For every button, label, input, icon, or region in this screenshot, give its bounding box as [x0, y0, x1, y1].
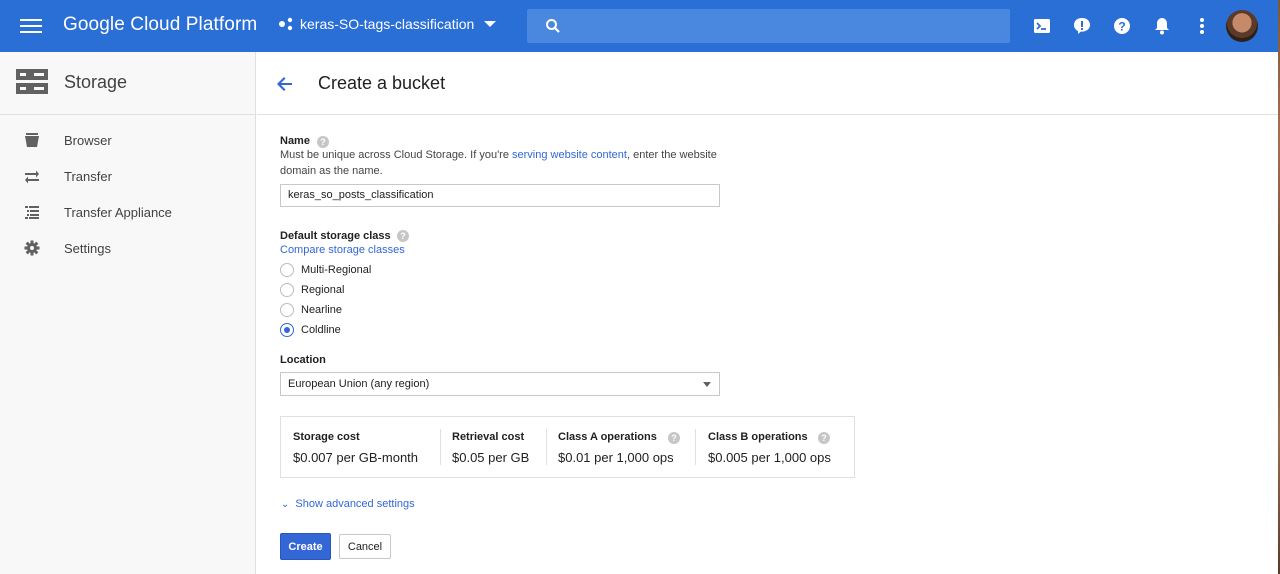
radio-circle[interactable] [280, 263, 294, 277]
alert-icon[interactable] [1072, 16, 1092, 36]
sidebar-item-label: Browser [64, 132, 112, 148]
cloud-shell-icon[interactable] [1032, 16, 1052, 36]
help-icon[interactable]: ? [1112, 16, 1132, 36]
sidebar-item-browser[interactable]: Browser [0, 122, 255, 158]
search-icon [546, 19, 560, 33]
cancel-button[interactable]: Cancel [339, 534, 391, 559]
cost-value: $0.05 per GB [452, 450, 530, 465]
sidebar-item-label: Settings [64, 240, 111, 256]
storage-icon [16, 69, 48, 94]
name-label: Name [280, 135, 310, 147]
sidebar-item-settings[interactable]: Settings [0, 230, 255, 266]
project-dots-icon [279, 17, 293, 31]
radio-label: Multi-Regional [301, 264, 372, 276]
cost-value: $0.01 per 1,000 ops [558, 450, 674, 465]
sidebar-item-label: Transfer Appliance [64, 204, 172, 220]
search-input[interactable] [527, 9, 1010, 43]
divider [546, 429, 547, 465]
radio-regional[interactable]: Regional [280, 283, 344, 297]
cost-value: $0.005 per 1,000 ops [708, 450, 831, 465]
cost-header: Storage cost [293, 431, 360, 443]
name-hint: Must be unique across Cloud Storage. If … [280, 147, 730, 179]
cost-header: Retrieval cost [452, 431, 525, 443]
show-advanced-settings-link[interactable]: ⌄ Show advanced settings [281, 498, 415, 510]
help-icon[interactable]: ? [668, 432, 680, 444]
radio-label: Regional [301, 284, 345, 296]
page-header: Create a bucket [257, 52, 1278, 115]
radio-circle[interactable] [280, 283, 294, 297]
help-icon[interactable]: ? [397, 230, 409, 242]
divider [695, 429, 696, 465]
cost-header: Class B operations [708, 431, 808, 443]
sidebar-title: Storage [64, 72, 128, 92]
serving-website-content-link[interactable]: serving website content [512, 149, 627, 161]
sidebar-item-label: Transfer [64, 168, 112, 184]
double-chevron-down-icon: ⌄ [281, 498, 290, 510]
svg-text:?: ? [1118, 20, 1125, 34]
location-value: European Union (any region) [288, 378, 430, 390]
radio-circle-selected[interactable] [280, 323, 294, 337]
create-button[interactable]: Create [280, 533, 331, 560]
sidebar-header: Storage [0, 52, 255, 115]
page-title: Create a bucket [318, 73, 446, 93]
radio-label: Coldline [301, 324, 341, 336]
avatar[interactable] [1226, 10, 1258, 42]
sidebar-item-transfer-appliance[interactable]: Transfer Appliance [0, 194, 255, 230]
chevron-down-icon [703, 382, 711, 387]
location-select[interactable]: European Union (any region) [280, 372, 720, 396]
radio-label: Nearline [301, 304, 342, 316]
radio-nearline[interactable]: Nearline [280, 303, 342, 317]
sidebar: Storage Browser Transfer Transfer Applia… [0, 52, 256, 574]
list-icon [25, 206, 39, 219]
location-label: Location [280, 354, 326, 366]
cost-header: Class A operations [558, 431, 657, 443]
top-app-bar: Google Cloud Platform keras-SO-tags-clas… [0, 0, 1278, 52]
project-name: keras-SO-tags-classification [300, 16, 475, 32]
project-selector[interactable]: keras-SO-tags-classification [278, 16, 497, 32]
chevron-down-icon [484, 21, 497, 27]
gear-icon [24, 240, 40, 256]
hint-text: Must be unique across Cloud Storage. If … [280, 149, 513, 161]
sidebar-item-transfer[interactable]: Transfer [0, 158, 255, 194]
notifications-icon[interactable] [1152, 16, 1172, 36]
help-icon[interactable]: ? [818, 432, 830, 444]
more-vert-icon[interactable] [1192, 16, 1212, 36]
cost-value: $0.007 per GB-month [293, 450, 419, 465]
bucket-icon [25, 133, 39, 147]
radio-multi-regional[interactable]: Multi-Regional [280, 263, 371, 277]
divider [440, 429, 441, 465]
advanced-label: Show advanced settings [295, 498, 415, 510]
bucket-name-field[interactable]: keras_so_posts_classification [280, 184, 720, 207]
brand-title[interactable]: Google Cloud Platform [63, 14, 257, 36]
radio-coldline[interactable]: Coldline [280, 323, 341, 337]
transfer-icon [25, 170, 39, 184]
cost-summary: Storage cost $0.007 per GB-month Retriev… [280, 416, 855, 478]
storage-class-label: Default storage class [280, 230, 391, 242]
back-arrow-icon[interactable] [275, 74, 295, 94]
radio-circle[interactable] [280, 303, 294, 317]
menu-icon[interactable] [20, 16, 42, 36]
main-content: Create a bucket Name ? Must be unique ac… [257, 52, 1278, 574]
compare-storage-classes-link[interactable]: Compare storage classes [280, 244, 405, 256]
